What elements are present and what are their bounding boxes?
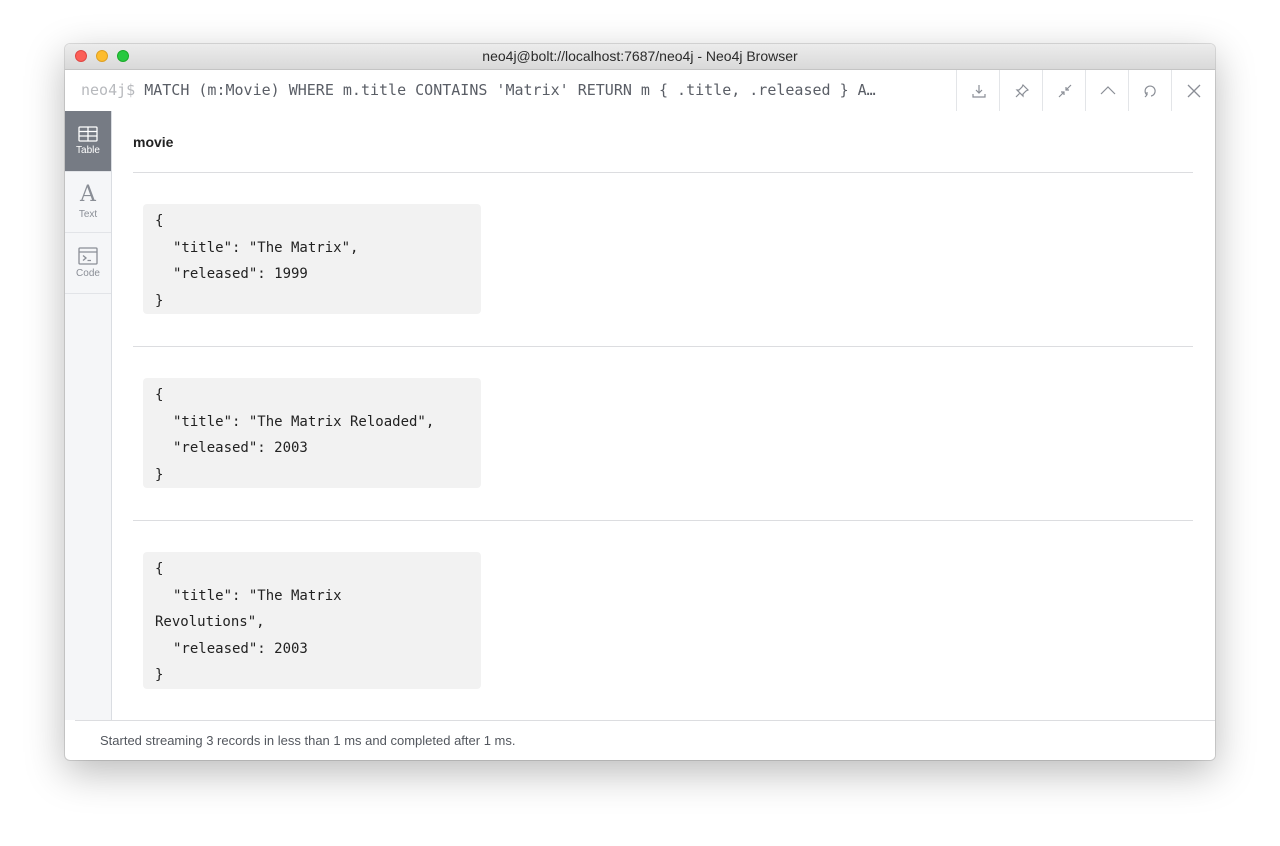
download-icon: [971, 84, 986, 98]
divider: [133, 346, 1193, 347]
record-released: "released": 1999: [173, 266, 308, 282]
window-title: neo4j@bolt://localhost:7687/neo4j - Neo4…: [482, 48, 798, 64]
desktop: neo4j@bolt://localhost:7687/neo4j - Neo4…: [0, 0, 1280, 846]
rerun-icon: [1144, 84, 1156, 97]
table-icon: [78, 126, 98, 142]
download-button[interactable]: [956, 70, 1000, 111]
tab-code[interactable]: Code: [65, 233, 111, 294]
close-icon: [1187, 84, 1200, 97]
record-close-brace: }: [155, 466, 164, 483]
table-row[interactable]: { "title": "The Matrix", "released": 199…: [143, 204, 481, 314]
query-editor[interactable]: neo4j$ MATCH (m:Movie) WHERE m.title CON…: [81, 81, 953, 99]
browser-window: neo4j@bolt://localhost:7687/neo4j - Neo4…: [65, 44, 1215, 760]
record-title: "title": "The Matrix Reloaded",: [173, 413, 435, 430]
status-message: Started streaming 3 records in less than…: [100, 733, 516, 748]
close-frame-button[interactable]: [1171, 70, 1215, 111]
divider: [133, 172, 1193, 173]
pin-icon: [1015, 83, 1029, 97]
tab-table[interactable]: Table: [65, 111, 111, 172]
record-title-continued: Revolutions",: [155, 614, 265, 630]
status-bar: Started streaming 3 records in less than…: [75, 720, 1215, 760]
table-row[interactable]: { "title": "The Matrix Revolutions", "re…: [143, 552, 481, 689]
tab-text-label: Text: [78, 209, 98, 220]
record-open-brace: {: [155, 213, 164, 229]
query-text: MATCH (m:Movie) WHERE m.title CONTAINS '…: [144, 81, 876, 99]
collapse-icon: [1058, 84, 1071, 97]
record-title: "title": "The Matrix",: [173, 239, 359, 256]
collapse-button[interactable]: [1042, 70, 1086, 111]
rerun-button[interactable]: [1128, 70, 1172, 111]
text-icon: A: [80, 182, 96, 207]
divider: [133, 520, 1193, 521]
tab-code-label: Code: [76, 268, 100, 279]
view-sidebar: Table A Text Code: [65, 111, 112, 720]
query-prompt: neo4j$: [81, 81, 136, 99]
query-bar: neo4j$ MATCH (m:Movie) WHERE m.title CON…: [65, 70, 1215, 112]
chevron-up-icon: [1100, 85, 1115, 94]
tab-text[interactable]: A Text: [65, 172, 111, 233]
record-title: "title": "The Matrix: [173, 587, 342, 604]
column-header: movie: [133, 134, 174, 150]
title-bar: neo4j@bolt://localhost:7687/neo4j - Neo4…: [65, 44, 1215, 70]
record-open-brace: {: [155, 561, 164, 577]
scroll-up-button[interactable]: [1085, 70, 1129, 111]
record-close-brace: }: [155, 292, 164, 309]
record-open-brace: {: [155, 387, 164, 403]
record-released: "released": 2003: [173, 640, 308, 657]
result-table: movie { "title": "The Matrix", "released…: [112, 111, 1215, 720]
record-close-brace: }: [155, 667, 164, 683]
code-icon: [78, 247, 98, 265]
record-released: "released": 2003: [173, 440, 308, 456]
pin-button[interactable]: [999, 70, 1043, 111]
tab-table-label: Table: [76, 145, 100, 156]
table-row[interactable]: { "title": "The Matrix Reloaded", "relea…: [143, 378, 481, 488]
